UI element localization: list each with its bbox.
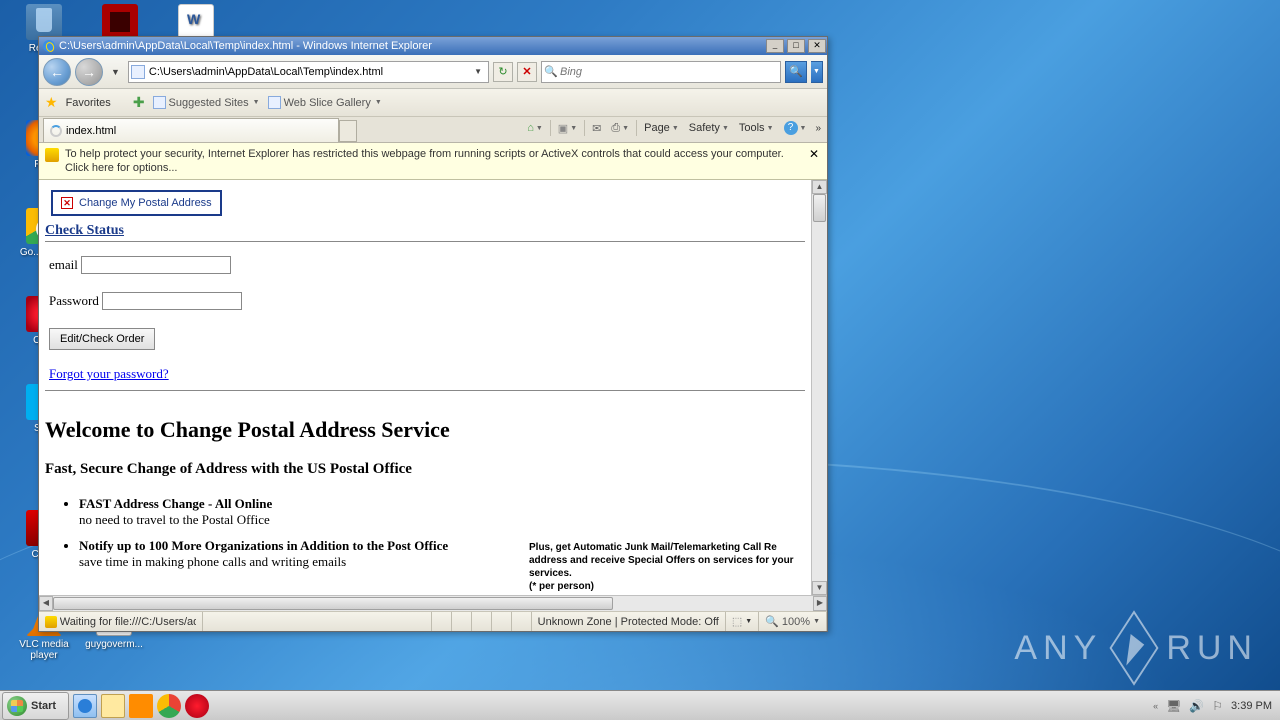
promo-text: Plus, get Automatic Junk Mail/Telemarket… (529, 541, 811, 593)
taskbar-vlc[interactable] (129, 694, 153, 718)
address-input[interactable] (149, 66, 470, 78)
scroll-thumb[interactable] (813, 194, 826, 222)
taskbar-opera[interactable] (185, 694, 209, 718)
search-box[interactable]: 🔍 (541, 61, 781, 83)
refresh-button[interactable]: ↻ (493, 62, 513, 82)
page-icon (131, 65, 145, 79)
page-icon (153, 96, 166, 109)
search-provider-dropdown[interactable]: ▼ (811, 61, 823, 83)
page-subheading: Fast, Secure Change of Address with the … (45, 461, 805, 478)
tray-network-icon[interactable]: 🖥 (1166, 699, 1181, 713)
status-zone: Unknown Zone | Protected Mode: Off (532, 612, 726, 631)
add-favorite-icon[interactable]: ✚ (133, 94, 145, 111)
recent-dropdown[interactable]: ▼ (107, 67, 124, 77)
forgot-password-link[interactable]: Forgot your password? (49, 366, 169, 382)
horizontal-scrollbar[interactable]: ◀ ▶ (39, 595, 827, 611)
tools-menu[interactable]: Tools▼ (736, 120, 777, 136)
favorites-label[interactable]: Favorites (66, 97, 111, 109)
address-bar[interactable]: ▼ (128, 61, 489, 83)
edit-check-order-button[interactable]: Edit/Check Order (49, 328, 155, 350)
password-label: Password (49, 293, 99, 308)
taskbar: Start « 🖥 🔊 ⚐ 3:39 PM (0, 690, 1280, 720)
tray-clock[interactable]: 3:39 PM (1231, 700, 1272, 712)
email-label: email (49, 257, 78, 272)
tray-volume-icon[interactable]: 🔊 (1189, 699, 1204, 713)
email-field[interactable] (81, 256, 231, 274)
read-mail-button[interactable]: ✉ (589, 120, 604, 137)
forward-button[interactable]: → (75, 58, 103, 86)
home-button[interactable]: ⌂▼ (524, 120, 546, 136)
infobar-message: To help protect your security, Internet … (65, 147, 801, 175)
scroll-thumb[interactable] (53, 597, 613, 610)
minimize-button[interactable]: _ (766, 39, 784, 53)
taskbar-chrome[interactable] (157, 694, 181, 718)
shield-icon (45, 616, 57, 628)
app-icon (178, 4, 214, 40)
tab-title: index.html (66, 125, 116, 137)
vertical-scrollbar[interactable]: ▲ ▼ (811, 180, 827, 595)
page-heading: Welcome to Change Postal Address Service (45, 417, 805, 443)
password-field[interactable] (102, 292, 242, 310)
tab-index[interactable]: index.html (43, 118, 339, 142)
page-menu[interactable]: Page▼ (641, 120, 682, 136)
security-infobar[interactable]: To help protect your security, Internet … (39, 143, 827, 180)
feature-list: FAST Address Change - All Onlineno need … (79, 496, 559, 570)
start-button[interactable]: Start (2, 692, 69, 720)
back-button[interactable]: ← (43, 58, 71, 86)
help-button[interactable]: ?▼ (781, 119, 810, 137)
system-tray: « 🖥 🔊 ⚐ 3:39 PM (1153, 699, 1280, 713)
favorites-star-icon[interactable]: ★ (45, 94, 58, 111)
web-slice-link[interactable]: Web Slice Gallery ▼ (268, 96, 382, 109)
new-tab-button[interactable] (339, 120, 357, 142)
broken-image-icon: ✕ (61, 197, 73, 209)
search-icon: 🔍 (542, 65, 560, 78)
window-title: C:\Users\admin\AppData\Local\Temp\index.… (59, 40, 432, 52)
address-dropdown[interactable]: ▼ (470, 67, 486, 76)
tray-expand-icon[interactable]: « (1153, 701, 1158, 711)
safety-menu[interactable]: Safety▼ (686, 120, 732, 136)
status-bar: Waiting for file:///C:/Users/ad Unknown … (39, 611, 827, 631)
page-icon (268, 96, 281, 109)
zoom-control[interactable]: 🔍 100% ▼ (759, 612, 827, 631)
windows-logo-icon (7, 696, 27, 716)
status-waiting: Waiting for file:///C:/Users/ad (60, 616, 196, 628)
stop-button[interactable]: ✕ (517, 62, 537, 82)
infobar-close-icon[interactable]: ✕ (807, 147, 821, 161)
search-go-button[interactable]: 🔍 (785, 61, 807, 83)
list-item: FAST Address Change - All Onlineno need … (79, 496, 559, 528)
chevron-more-icon[interactable]: » (813, 121, 823, 136)
app-icon (26, 4, 62, 40)
check-status-link[interactable]: Check Status (45, 223, 124, 238)
anyrun-watermark: ANY RUN (1014, 626, 1258, 670)
list-item: Notify up to 100 More Organizations in A… (79, 538, 559, 570)
login-form: email Password Edit/Check Order Forgot y… (45, 241, 805, 391)
shield-icon (45, 148, 59, 162)
close-button[interactable]: ✕ (808, 39, 826, 53)
print-button[interactable]: ⎙▼ (608, 120, 632, 137)
titlebar[interactable]: C:\Users\admin\AppData\Local\Temp\index.… (39, 37, 827, 55)
taskbar-ie[interactable] (73, 694, 97, 718)
maximize-button[interactable]: □ (787, 39, 805, 53)
page-content: ✕ Change My Postal Address Check Status … (39, 180, 811, 595)
tab-bar: index.html ⌂▼ ▣▼ ✉ ⎙▼ Page▼ Safety▼ Tool… (39, 117, 827, 143)
ie-window: C:\Users\admin\AppData\Local\Temp\index.… (38, 36, 828, 632)
change-postal-address-button[interactable]: ✕ Change My Postal Address (51, 190, 222, 216)
app-icon (102, 4, 138, 40)
favorites-bar: ★ Favorites ✚ Suggested Sites ▼ Web Slic… (39, 89, 827, 117)
ie-icon (43, 40, 55, 52)
feeds-button[interactable]: ▣▼ (555, 120, 580, 137)
status-popup[interactable]: ⬚▼ (726, 612, 759, 631)
nav-toolbar: ← → ▼ ▼ ↻ ✕ 🔍 🔍 ▼ (39, 55, 827, 89)
taskbar-explorer[interactable] (101, 694, 125, 718)
search-input[interactable] (560, 66, 780, 78)
loading-icon (50, 125, 62, 137)
suggested-sites-link[interactable]: Suggested Sites ▼ (153, 96, 260, 109)
tray-flag-icon[interactable]: ⚐ (1212, 699, 1223, 713)
